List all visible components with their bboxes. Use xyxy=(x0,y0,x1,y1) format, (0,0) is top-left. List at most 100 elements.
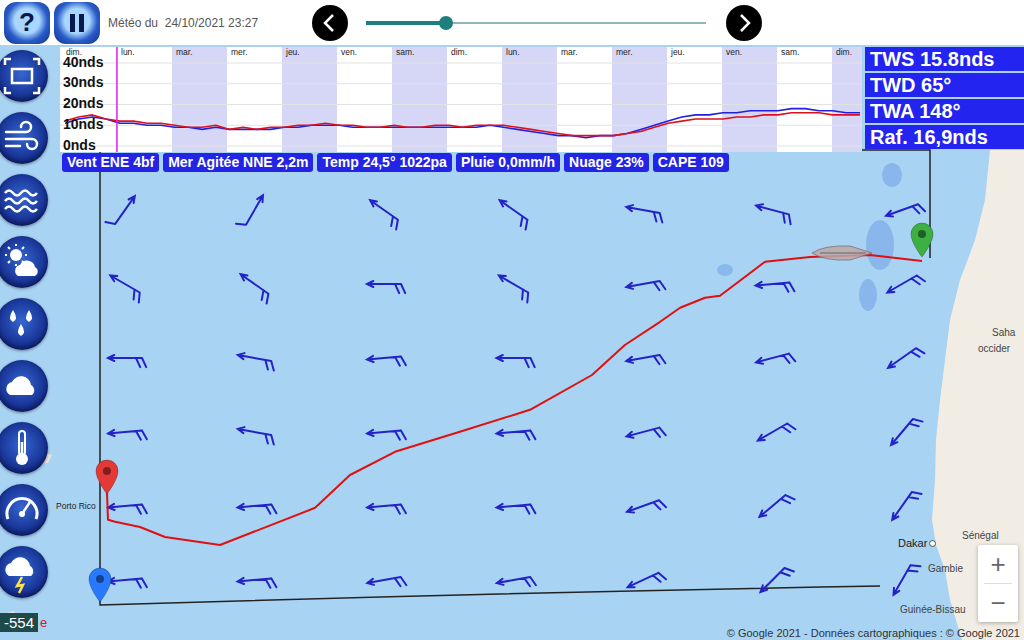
wind-arrow-icon xyxy=(758,424,796,441)
wind-arrow-icon xyxy=(756,354,795,364)
slider-fill xyxy=(366,21,446,25)
map-label: Dakar xyxy=(898,537,936,549)
stat-readout: TWA 148° xyxy=(865,99,1024,123)
map-label: occider xyxy=(978,343,1010,355)
y-tick: 10nds xyxy=(63,116,104,132)
thermometer-button[interactable] xyxy=(0,422,48,474)
chevron-left-icon xyxy=(312,5,348,41)
day-label: dim. xyxy=(836,47,852,57)
wind-arrow-icon xyxy=(760,495,795,517)
start-pin-icon[interactable] xyxy=(909,222,935,258)
day-label: mar. xyxy=(176,47,193,57)
wind-arrow-icon xyxy=(761,568,794,592)
wind-arrow-icon xyxy=(370,200,398,229)
slider-thumb[interactable] xyxy=(439,16,453,30)
day-label: ven. xyxy=(726,47,742,57)
cloud-button[interactable] xyxy=(0,360,48,412)
fit-button[interactable] xyxy=(0,50,48,102)
wind-arrow-icon xyxy=(894,565,921,594)
help-button[interactable]: ? xyxy=(4,2,50,44)
wind-arrow-icon xyxy=(892,492,921,520)
wind-arrow-icon xyxy=(888,348,924,368)
wind-arrow-icon xyxy=(238,427,274,445)
wind-chart[interactable]: dim.lun.mar.mer.jeu.ven.sam.dim.lun.mar.… xyxy=(60,47,862,152)
wind-arrow-icon xyxy=(627,428,666,438)
fit-icon xyxy=(0,50,48,102)
boat-icon[interactable] xyxy=(810,244,874,262)
wind-arrow-icon xyxy=(497,355,535,367)
marker-pin-icon[interactable] xyxy=(87,567,113,603)
wind-arrow-icon xyxy=(108,355,146,367)
zoom-out-button[interactable]: − xyxy=(978,584,1018,622)
storm-button[interactable] xyxy=(0,546,48,598)
wind-arrow-icon xyxy=(108,578,147,588)
wind-arrow-icon xyxy=(756,282,795,292)
grid-line xyxy=(60,146,862,147)
chart-row: dim.lun.mar.mer.jeu.ven.sam.dim.lun.mar.… xyxy=(60,47,1024,152)
gauge-icon xyxy=(0,484,48,536)
wind-arrow-icon xyxy=(367,577,406,586)
rain-button[interactable] xyxy=(0,298,48,350)
map-label: Sénégal xyxy=(962,530,999,542)
waves-button[interactable] xyxy=(0,174,48,226)
wind-arrow-icon xyxy=(891,419,923,445)
map-label: Porto Rico xyxy=(56,500,96,512)
conditions-bar: Vent ENE 4bfMer Agitée NNE 2,2mTemp 24,5… xyxy=(60,153,1024,172)
storm-icon xyxy=(0,546,48,598)
y-tick: 0nds xyxy=(63,137,96,152)
depth-badge: -554 e xyxy=(0,613,47,632)
route-line xyxy=(107,255,922,545)
wind-arrow-icon xyxy=(497,504,536,514)
wind-arrow-icon xyxy=(110,276,139,303)
zoom-in-button[interactable]: + xyxy=(978,545,1018,583)
map[interactable]: Porto RicoDakarSénégalGambieGuinée-Bissa… xyxy=(0,45,1024,640)
day-label: sam. xyxy=(781,47,799,57)
pause-button[interactable] xyxy=(54,2,100,44)
wind-arrow-icon xyxy=(497,577,536,586)
cloud-icon xyxy=(0,360,48,412)
wind-arrow-icon xyxy=(105,196,134,224)
day-label: ven. xyxy=(341,47,357,57)
day-label: dim. xyxy=(451,47,467,57)
wind-arrow-icon xyxy=(238,353,274,371)
wind-arrow-icon xyxy=(626,355,665,364)
wind-arrow-icon xyxy=(367,504,406,514)
map-label: Gambie xyxy=(928,563,963,575)
top-bar: ? Météo du 24/10/2021 23:27 xyxy=(0,0,1024,45)
series-line xyxy=(65,113,860,136)
condition-chip: Mer Agitée NNE 2,2m xyxy=(163,153,313,172)
wind-arrow-icon xyxy=(626,281,665,290)
depth-suffix: e xyxy=(40,615,47,630)
condition-chip: Temp 24,5° 1022pa xyxy=(317,153,451,172)
end-pin-icon[interactable] xyxy=(94,459,120,495)
next-button[interactable] xyxy=(726,5,762,41)
condition-chip: Nuage 23% xyxy=(564,153,649,172)
gauge-button[interactable] xyxy=(0,484,48,536)
y-tick: 20nds xyxy=(63,95,104,111)
timeline-slider[interactable] xyxy=(366,15,706,31)
wind-arrow-icon xyxy=(626,205,662,223)
wind-arrow-icon xyxy=(108,430,147,440)
condition-chip: CAPE 109 xyxy=(653,153,729,172)
stats-panel: TWS 15.8ndsTWD 65°TWA 148°Raf. 16,9nds xyxy=(865,47,1024,152)
wind-arrow-icon xyxy=(238,504,277,514)
day-label: mar. xyxy=(561,47,578,57)
previous-button[interactable] xyxy=(312,5,348,41)
sun-cloud-icon xyxy=(0,236,48,288)
stat-readout: TWD 65° xyxy=(865,73,1024,97)
sun-cloud-button[interactable] xyxy=(0,236,48,288)
stat-readout: Raf. 16,9nds xyxy=(865,125,1024,149)
depth-value: -554 xyxy=(0,613,38,632)
condition-chip: Pluie 0,0mm/h xyxy=(456,153,560,172)
day-label: lun. xyxy=(506,47,520,57)
condition-chip: Vent ENE 4bf xyxy=(62,153,159,172)
sidebar xyxy=(0,50,48,598)
wind-button[interactable] xyxy=(0,112,48,164)
wind-arrow-icon xyxy=(367,430,406,440)
stat-readout: TWS 15.8nds xyxy=(865,47,1024,71)
day-label: mer. xyxy=(616,47,633,57)
day-label: jeu. xyxy=(670,47,685,57)
wind-arrow-icon xyxy=(500,200,528,229)
time-cursor[interactable] xyxy=(116,47,118,152)
weather-time: Météo du 24/10/2021 23:27 xyxy=(108,16,312,30)
